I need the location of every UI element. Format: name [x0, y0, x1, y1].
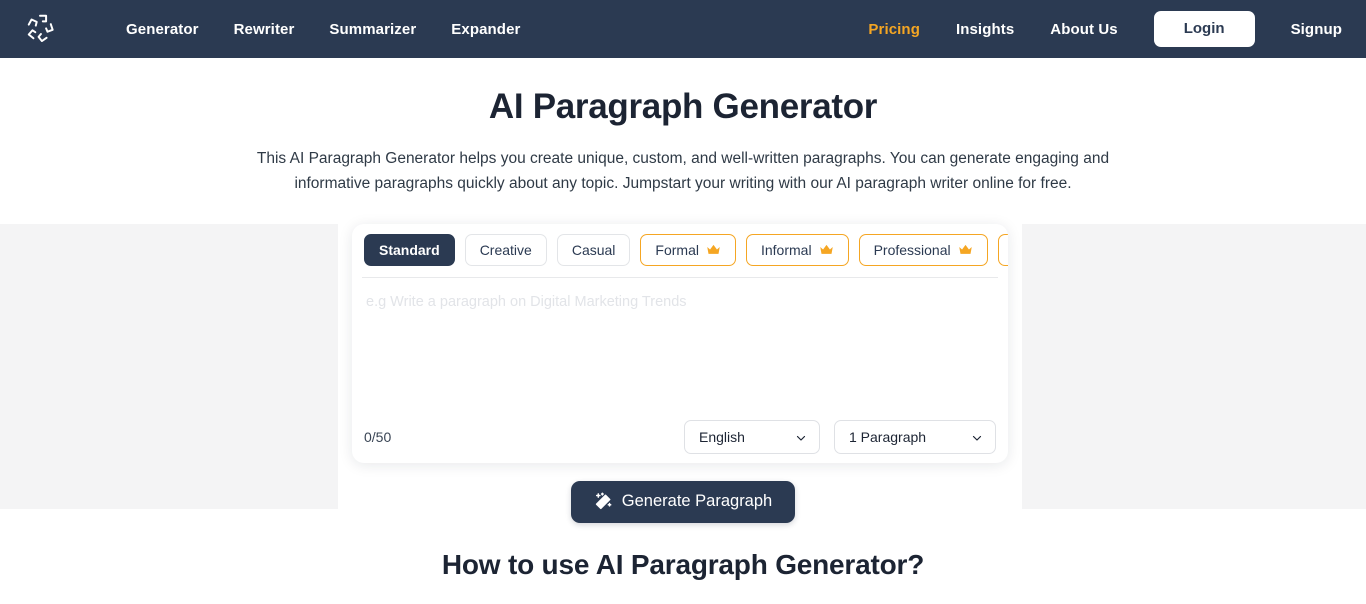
paragraph-input[interactable]	[366, 291, 994, 414]
howto-title: How to use AI Paragraph Generator?	[441, 548, 925, 580]
nav-item-about-us[interactable]: About Us	[1050, 21, 1117, 38]
character-counter: 0/50	[364, 428, 392, 445]
page-title: AI Paragraph Generator	[488, 87, 878, 126]
paragraph-count-value: 1 Paragraph	[849, 428, 927, 445]
chevron-down-icon	[795, 431, 807, 443]
tone-option-formal[interactable]: Formal	[640, 233, 736, 266]
language-select[interactable]: English	[684, 419, 820, 454]
tool-band: Standard Creative Casual Formal Informal	[0, 223, 1366, 523]
signup-link[interactable]: Signup	[1291, 21, 1342, 38]
generate-paragraph-button[interactable]: Generate Paragraph	[570, 480, 796, 523]
crown-icon	[706, 243, 721, 256]
login-button[interactable]: Login	[1153, 10, 1255, 48]
generate-button-label: Generate Paragraph	[621, 492, 773, 511]
input-area	[352, 278, 1008, 414]
primary-nav: Generator Rewriter Summarizer Expander	[126, 21, 520, 38]
tone-option-professional[interactable]: Professional	[858, 233, 988, 266]
brand-logo-link[interactable]	[20, 9, 60, 49]
tone-label: Professional	[873, 241, 951, 258]
nav-item-generator[interactable]: Generator	[126, 21, 199, 38]
language-select-value: English	[699, 428, 745, 445]
secondary-nav: Pricing Insights About Us Login Signup	[868, 10, 1342, 48]
tone-label: Informal	[760, 241, 812, 258]
paragraph-count-select[interactable]: 1 Paragraph	[834, 419, 996, 454]
tone-option-persuasive[interactable]: Persuasive	[997, 233, 1008, 266]
chevron-down-icon	[971, 431, 983, 443]
nav-item-pricing[interactable]: Pricing	[868, 21, 920, 38]
nav-item-expander[interactable]: Expander	[451, 21, 520, 38]
pinwheel-logo-icon	[25, 12, 55, 47]
magic-wand-icon	[594, 492, 613, 511]
band-gap-left	[338, 223, 352, 509]
crown-icon	[819, 243, 834, 256]
generate-button-row: Generate Paragraph	[0, 480, 1366, 523]
generator-card: Standard Creative Casual Formal Informal	[352, 223, 1008, 463]
nav-item-rewriter[interactable]: Rewriter	[234, 21, 295, 38]
tone-option-informal[interactable]: Informal	[745, 233, 849, 266]
band-gap-right	[1008, 223, 1022, 509]
card-footer: 0/50 English 1 Paragraph	[352, 414, 1008, 460]
crown-icon	[958, 243, 973, 256]
tone-option-casual[interactable]: Casual	[556, 233, 631, 266]
tone-selector: Standard Creative Casual Formal Informal	[352, 224, 1008, 274]
page-description: This AI Paragraph Generator helps you cr…	[256, 149, 1110, 193]
tone-label: Creative	[479, 241, 532, 258]
tone-option-standard[interactable]: Standard	[364, 233, 455, 266]
tone-option-creative[interactable]: Creative	[464, 233, 547, 266]
select-group: English 1 Paragraph	[684, 419, 996, 454]
tone-label: Standard	[379, 241, 440, 258]
nav-item-insights[interactable]: Insights	[956, 21, 1014, 38]
tone-label: Formal	[655, 241, 699, 258]
tone-label: Casual	[571, 241, 616, 258]
nav-item-summarizer[interactable]: Summarizer	[329, 21, 416, 38]
top-navbar: Generator Rewriter Summarizer Expander P…	[0, 0, 1366, 58]
hero-section: AI Paragraph Generator This AI Paragraph…	[0, 58, 1366, 197]
